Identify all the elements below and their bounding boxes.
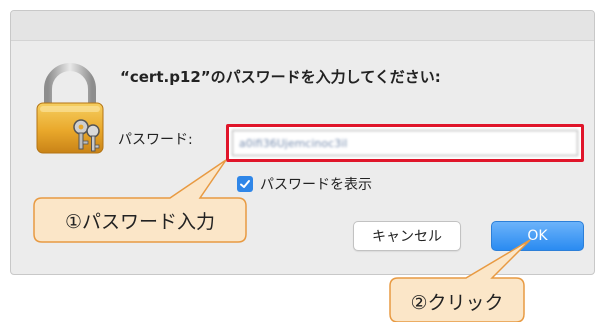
- ok-button[interactable]: OK: [491, 221, 584, 251]
- password-input[interactable]: [232, 130, 578, 156]
- checkmark-icon: [240, 180, 250, 188]
- dialog-titlebar: [11, 11, 594, 41]
- show-password-label: パスワードを表示: [260, 177, 372, 193]
- password-field-highlight: [226, 124, 584, 162]
- annotation-step2: ②クリック: [410, 291, 504, 314]
- annotation-step1: ①パスワード入力: [64, 210, 216, 233]
- show-password-row[interactable]: パスワードを表示: [237, 175, 372, 193]
- lock-icon: [36, 63, 104, 154]
- show-password-checkbox[interactable]: [237, 176, 253, 192]
- dialog-prompt: “cert.p12”のパスワードを入力してください:: [120, 68, 441, 86]
- password-label: パスワード:: [118, 132, 193, 148]
- cancel-button[interactable]: キャンセル: [353, 221, 461, 251]
